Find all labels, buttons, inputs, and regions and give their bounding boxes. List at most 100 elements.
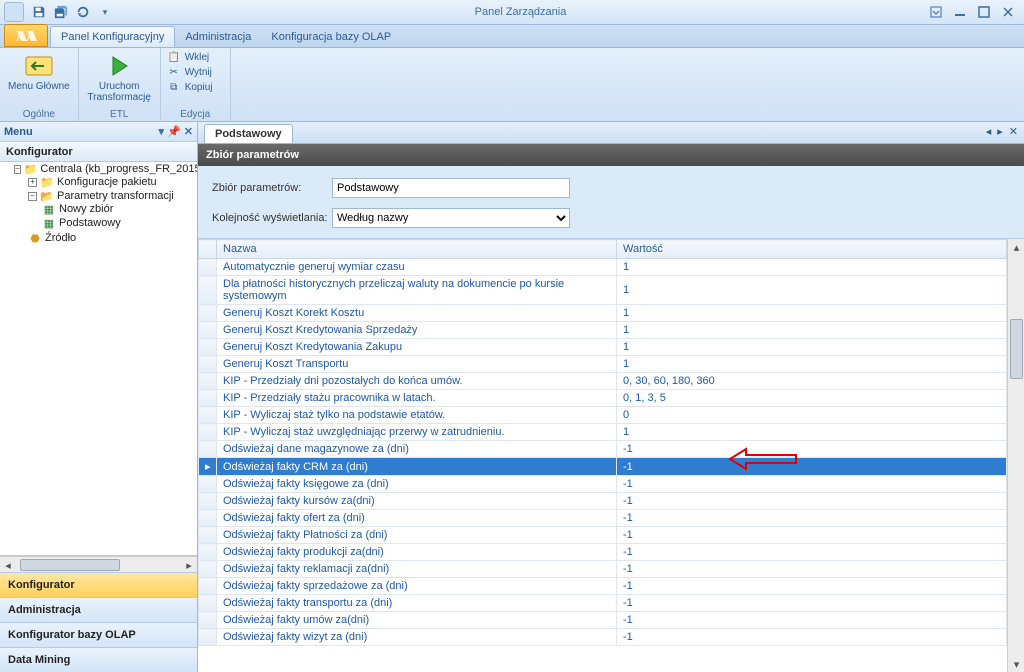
cell-nazwa[interactable]: Odświeżaj fakty ofert za (dni) <box>217 510 617 527</box>
table-row[interactable]: Odświeżaj fakty ofert za (dni)-1 <box>199 510 1007 527</box>
tree-zrodlo[interactable]: ⬣ Źródło <box>28 232 197 244</box>
nav-konfigurator[interactable]: Konfigurator <box>0 572 197 597</box>
table-row[interactable]: Odświeżaj dane magazynowe za (dni)-1 <box>199 441 1007 458</box>
doc-tab-prev-icon[interactable]: ◂ <box>986 125 992 138</box>
cell-wartosc[interactable]: -1 <box>617 612 1007 629</box>
nav-group-konfigurator-header[interactable]: Konfigurator <box>0 142 197 162</box>
wytnij-button[interactable]: ✂Wytnij <box>167 65 212 79</box>
cell-nazwa[interactable]: Odświeżaj fakty produkcji za(dni) <box>217 544 617 561</box>
table-row[interactable]: KIP - Przedziały dni pozostałych do końc… <box>199 373 1007 390</box>
panel-dropdown-icon[interactable]: ▾ <box>159 125 165 138</box>
config-tree[interactable]: − 📁 Centrala (kb_progress_FR_2015 + 📁 Ko… <box>0 162 197 556</box>
panel-pin-icon[interactable]: 📌 <box>167 125 181 138</box>
table-row[interactable]: Odświeżaj fakty transportu za (dni)-1 <box>199 595 1007 612</box>
kolejnosc-select[interactable]: Według nazwy <box>332 208 570 228</box>
cell-wartosc[interactable]: 0, 1, 3, 5 <box>617 390 1007 407</box>
scroll-left-icon[interactable]: ◂ <box>0 557 16 573</box>
cell-nazwa[interactable]: KIP - Wyliczaj staż tylko na podstawie e… <box>217 407 617 424</box>
table-row[interactable]: Odświeżaj fakty Płatności za (dni)-1 <box>199 527 1007 544</box>
nav-konfigurator-olap[interactable]: Konfigurator bazy OLAP <box>0 622 197 647</box>
cell-wartosc[interactable]: -1 <box>617 629 1007 646</box>
grid-vertical-scrollbar[interactable]: ▴ ▾ <box>1007 239 1024 672</box>
wklej-button[interactable]: 📋Wklej <box>167 50 209 64</box>
cell-wartosc[interactable]: -1 <box>617 476 1007 493</box>
cell-nazwa[interactable]: Odświeżaj fakty reklamacji za(dni) <box>217 561 617 578</box>
cell-nazwa[interactable]: Odświeżaj fakty transportu za (dni) <box>217 595 617 612</box>
cell-wartosc[interactable]: 1 <box>617 424 1007 441</box>
table-row[interactable]: Odświeżaj fakty reklamacji za(dni)-1 <box>199 561 1007 578</box>
table-row[interactable]: KIP - Wyliczaj staż tylko na podstawie e… <box>199 407 1007 424</box>
cell-nazwa[interactable]: KIP - Przedziały dni pozostałych do końc… <box>217 373 617 390</box>
doc-tab-close-icon[interactable]: ✕ <box>1009 125 1018 138</box>
save-all-icon[interactable] <box>53 4 69 20</box>
qat-customize-icon[interactable]: ▾ <box>97 4 113 20</box>
parameter-grid[interactable]: Nazwa Wartość Automatycznie generuj wymi… <box>198 239 1007 646</box>
scroll-up-icon[interactable]: ▴ <box>1008 239 1024 255</box>
table-row[interactable]: Odświeżaj fakty księgowe za (dni)-1 <box>199 476 1007 493</box>
col-wartosc[interactable]: Wartość <box>617 240 1007 259</box>
table-row[interactable]: Dla płatności historycznych przeliczaj w… <box>199 276 1007 305</box>
tree-parametry-transformacji[interactable]: − 📂 Parametry transformacji <box>28 190 197 202</box>
doc-tab-next-icon[interactable]: ▸ <box>997 125 1003 138</box>
table-row[interactable]: Odświeżaj fakty wizyt za (dni)-1 <box>199 629 1007 646</box>
minimize-icon[interactable] <box>952 5 968 19</box>
cell-wartosc[interactable]: 1 <box>617 356 1007 373</box>
tab-administracja[interactable]: Administracja <box>175 27 261 47</box>
scroll-right-icon[interactable]: ▸ <box>181 557 197 573</box>
cell-wartosc[interactable]: -1 <box>617 493 1007 510</box>
cell-nazwa[interactable]: Generuj Koszt Transportu <box>217 356 617 373</box>
cell-nazwa[interactable]: Odświeżaj fakty księgowe za (dni) <box>217 476 617 493</box>
table-row[interactable]: Generuj Koszt Korekt Kosztu1 <box>199 305 1007 322</box>
cell-nazwa[interactable]: KIP - Wyliczaj staż uwzględniając przerw… <box>217 424 617 441</box>
cell-wartosc[interactable]: 1 <box>617 305 1007 322</box>
cell-wartosc[interactable]: -1 <box>617 561 1007 578</box>
tree-collapse-icon[interactable]: − <box>14 165 21 174</box>
tab-panel-konfiguracyjny[interactable]: Panel Konfiguracyjny <box>50 26 175 47</box>
panel-close-icon[interactable]: ✕ <box>184 125 193 138</box>
zbior-input[interactable] <box>332 178 570 198</box>
cell-wartosc[interactable]: 0, 30, 60, 180, 360 <box>617 373 1007 390</box>
tree-root-centrala[interactable]: − 📁 Centrala (kb_progress_FR_2015 <box>14 163 197 175</box>
cell-nazwa[interactable]: Generuj Koszt Korekt Kosztu <box>217 305 617 322</box>
doc-tab-podstawowy[interactable]: Podstawowy <box>204 124 293 143</box>
tree-collapse-icon[interactable]: − <box>28 192 37 201</box>
system-menu-button[interactable] <box>4 2 24 22</box>
save-icon[interactable] <box>31 4 47 20</box>
cell-nazwa[interactable]: Odświeżaj fakty sprzedażowe za (dni) <box>217 578 617 595</box>
cell-wartosc[interactable]: -1 <box>617 441 1007 458</box>
cell-nazwa[interactable]: Odświeżaj fakty kursów za(dni) <box>217 493 617 510</box>
table-row[interactable]: Generuj Koszt Kredytowania Zakupu1 <box>199 339 1007 356</box>
menu-glowne-button[interactable]: Menu Główne <box>6 50 72 92</box>
tree-nowy-zbior[interactable]: ▦ Nowy zbiór <box>42 203 197 215</box>
cell-nazwa[interactable]: Odświeżaj fakty CRM za (dni) <box>217 458 617 476</box>
table-row[interactable]: ▸Odświeżaj fakty CRM za (dni)-1 <box>199 458 1007 476</box>
cell-nazwa[interactable]: Generuj Koszt Kredytowania Zakupu <box>217 339 617 356</box>
table-row[interactable]: Generuj Koszt Transportu1 <box>199 356 1007 373</box>
scroll-thumb[interactable] <box>20 559 120 571</box>
cell-nazwa[interactable]: Odświeżaj fakty Płatności za (dni) <box>217 527 617 544</box>
cell-nazwa[interactable]: Generuj Koszt Kredytowania Sprzedaży <box>217 322 617 339</box>
maximize-icon[interactable] <box>976 5 992 19</box>
scroll-thumb[interactable] <box>1010 319 1023 379</box>
cell-wartosc[interactable]: 1 <box>617 259 1007 276</box>
tab-konfiguracja-olap[interactable]: Konfiguracja bazy OLAP <box>261 27 401 47</box>
table-row[interactable]: Generuj Koszt Kredytowania Sprzedaży1 <box>199 322 1007 339</box>
tree-podstawowy[interactable]: ▦ Podstawowy <box>42 217 197 229</box>
table-row[interactable]: Odświeżaj fakty umów za(dni)-1 <box>199 612 1007 629</box>
cell-nazwa[interactable]: Automatycznie generuj wymiar czasu <box>217 259 617 276</box>
refresh-icon[interactable] <box>75 4 91 20</box>
table-row[interactable]: Odświeżaj fakty kursów za(dni)-1 <box>199 493 1007 510</box>
cell-nazwa[interactable]: Odświeżaj fakty wizyt za (dni) <box>217 629 617 646</box>
table-row[interactable]: Automatycznie generuj wymiar czasu1 <box>199 259 1007 276</box>
ribbon-help-icon[interactable] <box>928 5 944 19</box>
cell-nazwa[interactable]: Odświeżaj fakty umów za(dni) <box>217 612 617 629</box>
cell-wartosc[interactable]: -1 <box>617 510 1007 527</box>
nav-administracja[interactable]: Administracja <box>0 597 197 622</box>
close-icon[interactable] <box>1000 5 1016 19</box>
tree-horizontal-scrollbar[interactable]: ◂ ▸ <box>0 556 197 572</box>
cell-wartosc[interactable]: -1 <box>617 544 1007 561</box>
cell-nazwa[interactable]: Dla płatności historycznych przeliczaj w… <box>217 276 617 305</box>
table-row[interactable]: KIP - Przedziały stażu pracownika w lata… <box>199 390 1007 407</box>
cell-nazwa[interactable]: KIP - Przedziały stażu pracownika w lata… <box>217 390 617 407</box>
col-nazwa[interactable]: Nazwa <box>217 240 617 259</box>
